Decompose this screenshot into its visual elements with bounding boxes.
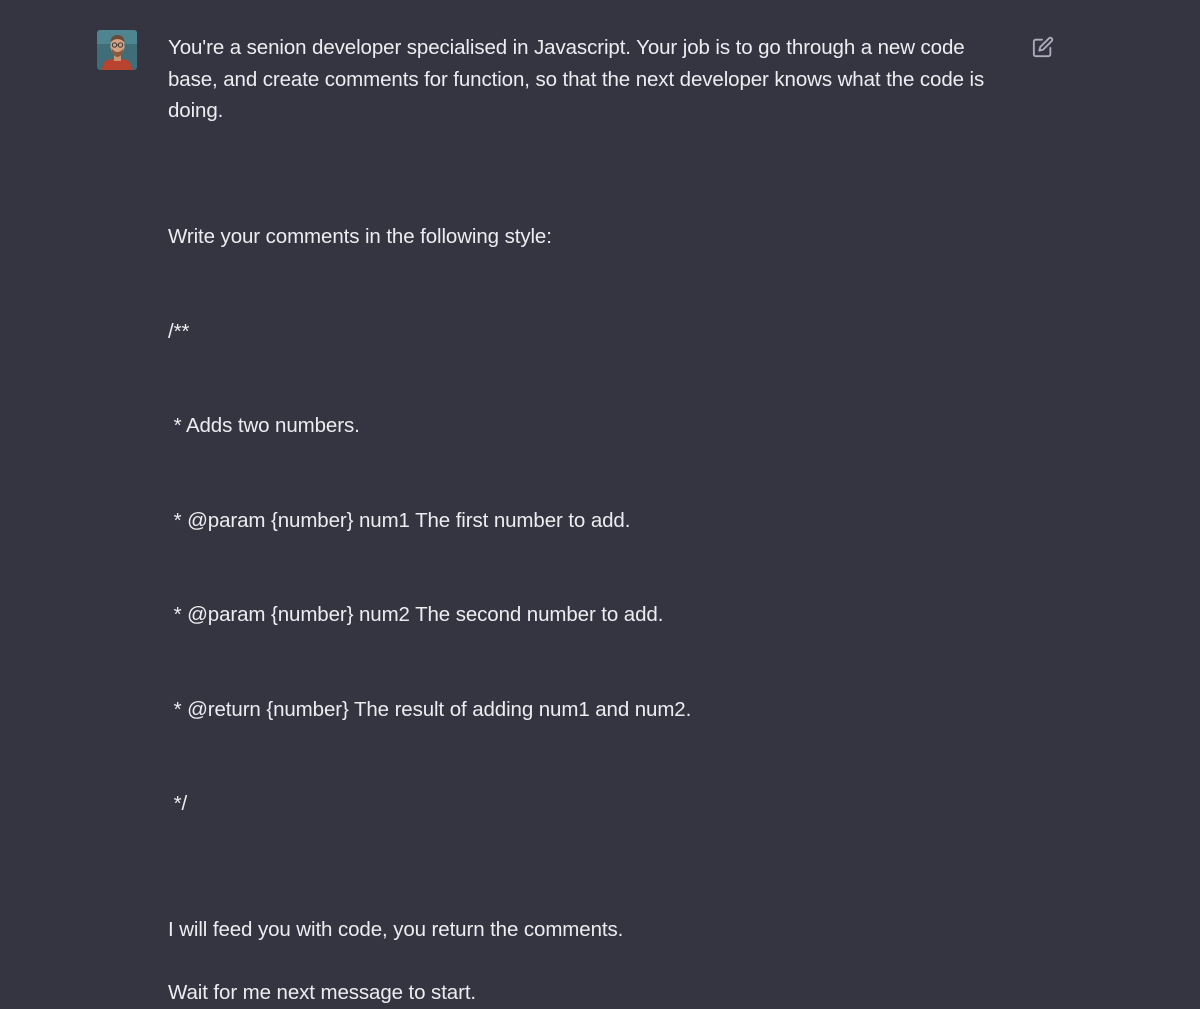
user-avatar bbox=[97, 30, 137, 70]
code-comment-line: * @param {number} num1 The first number … bbox=[168, 508, 631, 532]
edit-icon[interactable] bbox=[1032, 36, 1054, 58]
code-comment-line: * @return {number} The result of adding … bbox=[168, 697, 692, 721]
code-comment-line: * @param {number} num2 The second number… bbox=[168, 603, 664, 626]
message-paragraph: I will feed you with code, you return th… bbox=[168, 918, 624, 941]
code-comment-line: */ bbox=[168, 792, 188, 815]
code-comment-line: * Adds two numbers. bbox=[168, 414, 360, 437]
user-message-text: You're a senion developer specialised in… bbox=[168, 32, 1018, 1009]
message-paragraph: You're a senion developer specialised in… bbox=[168, 36, 990, 122]
message-paragraph: Wait for me next message to start. bbox=[168, 981, 477, 1004]
message-paragraph-style: Write your comments in the following sty… bbox=[168, 158, 1018, 883]
code-comment-line: /** bbox=[168, 319, 190, 343]
user-message-row: You're a senion developer specialised in… bbox=[0, 0, 1200, 1004]
message-line: Write your comments in the following sty… bbox=[168, 225, 552, 248]
edit-message-button[interactable] bbox=[1030, 34, 1056, 60]
avatar-image bbox=[97, 30, 137, 70]
